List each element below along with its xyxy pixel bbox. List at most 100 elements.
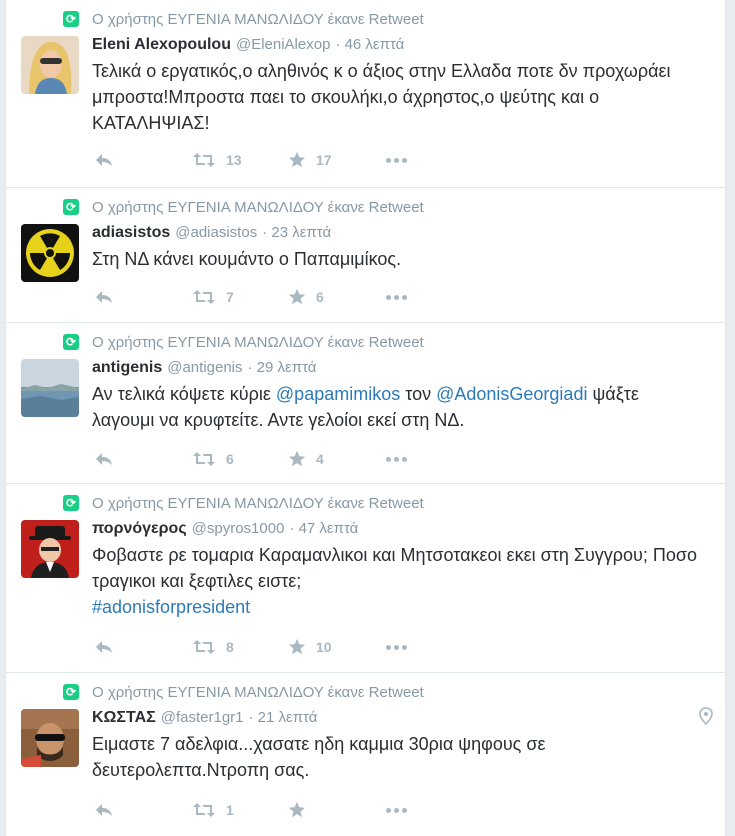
retweet-count: 6	[226, 451, 234, 467]
location-pin-icon[interactable]	[699, 707, 713, 730]
reply-icon	[96, 154, 112, 166]
more-dots-icon[interactable]	[386, 644, 407, 650]
retweet-count: 8	[226, 639, 234, 655]
avatar[interactable]	[21, 709, 79, 767]
retweet-icon	[193, 452, 215, 466]
user-handle[interactable]: @adiasistos	[175, 224, 257, 241]
retweet-badge-icon: ⟳	[63, 684, 79, 700]
star-icon	[288, 801, 306, 818]
tweet-item[interactable]: ⟳ Ο χρήστης ΕΥΓΕΝΙΑ ΜΑΝΩΛΙΔΟΥ έκανε Retw…	[6, 484, 725, 673]
retweet-badge-icon: ⟳	[63, 199, 79, 215]
retweet-context-text[interactable]: Ο χρήστης ΕΥΓΕΝΙΑ ΜΑΝΩΛΙΔΟΥ έκανε Retwee…	[92, 199, 424, 216]
tweet-text-part: τον	[400, 384, 437, 404]
reply-icon	[96, 291, 112, 303]
retweet-button[interactable]: 1	[192, 802, 288, 818]
tweet-text-part: Φοβαστε ρε τομαρια Καραμανλικοι και Μητσ…	[92, 545, 698, 591]
tweet-text: Φοβαστε ρε τομαρια Καραμανλικοι και Μητσ…	[92, 542, 702, 620]
retweet-context: ⟳ Ο χρήστης ΕΥΓΕΝΙΑ ΜΑΝΩΛΙΔΟΥ έκανε Retw…	[63, 198, 424, 216]
retweet-context-text[interactable]: Ο χρήστης ΕΥΓΕΝΙΑ ΜΑΝΩΛΙΔΟΥ έκανε Retwee…	[92, 334, 424, 351]
retweet-context-text[interactable]: Ο χρήστης ΕΥΓΕΝΙΑ ΜΑΝΩΛΙΔΟΥ έκανε Retwee…	[92, 11, 424, 28]
like-button[interactable]: 4	[288, 450, 386, 468]
tweet-item[interactable]: ⟳ Ο χρήστης ΕΥΓΕΝΙΑ ΜΑΝΩΛΙΔΟΥ έκανε Retw…	[6, 673, 725, 836]
retweet-button[interactable]: 6	[192, 451, 288, 467]
tweet-item[interactable]: ⟳ Ο χρήστης ΕΥΓΕΝΙΑ ΜΑΝΩΛΙΔΟΥ έκανε Retw…	[6, 0, 725, 188]
tweet-time[interactable]: · 23 λεπτά	[262, 224, 331, 241]
reply-button[interactable]	[94, 802, 192, 818]
avatar[interactable]	[21, 520, 79, 578]
user-name[interactable]: Eleni Alexopoulou	[92, 36, 231, 54]
retweet-context: ⟳ Ο χρήστης ΕΥΓΕΝΙΑ ΜΑΝΩΛΙΔΟΥ έκανε Retw…	[63, 10, 424, 28]
retweet-context: ⟳ Ο χρήστης ΕΥΓΕΝΙΑ ΜΑΝΩΛΙΔΟΥ έκανε Retw…	[63, 683, 424, 701]
more-dots-icon[interactable]	[386, 294, 407, 300]
retweet-count: 13	[226, 152, 242, 168]
more-dots-icon[interactable]	[386, 456, 407, 462]
mention-link[interactable]: @papamimikos	[276, 384, 400, 404]
tweet-time[interactable]: · 46 λεπτά	[335, 36, 404, 53]
retweet-icon	[193, 153, 215, 167]
retweet-button[interactable]: 8	[192, 639, 288, 655]
retweet-context-text[interactable]: Ο χρήστης ΕΥΓΕΝΙΑ ΜΑΝΩΛΙΔΟΥ έκανε Retwee…	[92, 495, 424, 512]
tweet-header: ΚΩΣΤΑΣ @faster1gr1 · 21 λεπτά	[92, 709, 317, 727]
retweet-badge-icon: ⟳	[63, 495, 79, 511]
retweet-context-text[interactable]: Ο χρήστης ΕΥΓΕΝΙΑ ΜΑΝΩΛΙΔΟΥ έκανε Retwee…	[92, 684, 424, 701]
tweet-item[interactable]: ⟳ Ο χρήστης ΕΥΓΕΝΙΑ ΜΑΝΩΛΙΔΟΥ έκανε Retw…	[6, 323, 725, 484]
tweet-header: antigenis @antigenis · 29 λεπτά	[92, 359, 316, 377]
like-count: 4	[316, 451, 324, 467]
user-handle[interactable]: @antigenis	[167, 359, 242, 376]
tweet-header: adiasistos @adiasistos · 23 λεπτά	[92, 224, 331, 242]
avatar[interactable]	[21, 36, 79, 94]
tweet-text: Τελικά ο εργατικός,ο αληθινός κ ο άξιος …	[92, 61, 671, 133]
more-dots-icon[interactable]	[386, 807, 407, 813]
reply-button[interactable]	[94, 289, 192, 305]
reply-icon	[96, 641, 112, 653]
tweet-actions: 7 6	[94, 288, 407, 306]
tweet-time[interactable]: · 21 λεπτά	[249, 709, 318, 726]
tweet-text-part: Αν τελικά κόψετε κύριε	[92, 384, 276, 404]
tweet-actions: 6 4	[94, 450, 407, 468]
retweet-icon	[193, 640, 215, 654]
reply-button[interactable]	[94, 152, 192, 168]
like-button[interactable]	[288, 801, 386, 819]
more-dots-icon[interactable]	[386, 157, 407, 163]
avatar[interactable]	[21, 359, 79, 417]
mention-link[interactable]: @AdonisGeorgiadi	[436, 384, 587, 404]
tweet-time[interactable]: · 47 λεπτά	[289, 520, 358, 537]
retweet-context: ⟳ Ο χρήστης ΕΥΓΕΝΙΑ ΜΑΝΩΛΙΔΟΥ έκανε Retw…	[63, 494, 424, 512]
user-name[interactable]: antigenis	[92, 359, 162, 377]
tweet-text: Ειμαστε 7 αδελφια...χασατε ηδη καμμια 30…	[92, 734, 546, 780]
user-handle[interactable]: @spyros1000	[192, 520, 285, 537]
avatar[interactable]	[21, 224, 79, 282]
star-icon	[288, 288, 306, 305]
retweet-badge-icon: ⟳	[63, 334, 79, 350]
tweet-item[interactable]: ⟳ Ο χρήστης ΕΥΓΕΝΙΑ ΜΑΝΩΛΙΔΟΥ έκανε Retw…	[6, 188, 725, 323]
tweet-actions: 8 10	[94, 638, 407, 656]
tweet-text: Στη ΝΔ κάνει κουμάντο ο Παπαμιμίκος.	[92, 249, 402, 269]
user-handle[interactable]: @EleniAlexop	[236, 36, 330, 53]
user-name[interactable]: ΚΩΣΤΑΣ	[92, 709, 156, 727]
like-count: 10	[316, 639, 332, 655]
tweet-header: πορνόγερος @spyros1000 · 47 λεπτά	[92, 520, 358, 538]
timeline: ⟳ Ο χρήστης ΕΥΓΕΝΙΑ ΜΑΝΩΛΙΔΟΥ έκανε Retw…	[5, 0, 726, 836]
retweet-context: ⟳ Ο χρήστης ΕΥΓΕΝΙΑ ΜΑΝΩΛΙΔΟΥ έκανε Retw…	[63, 333, 424, 351]
tweet-actions: 1	[94, 801, 407, 819]
like-count: 17	[316, 152, 332, 168]
like-button[interactable]: 6	[288, 288, 386, 306]
user-name[interactable]: adiasistos	[92, 224, 170, 242]
reply-button[interactable]	[94, 639, 192, 655]
retweet-button[interactable]: 7	[192, 289, 288, 305]
tweet-header: Eleni Alexopoulou @EleniAlexop · 46 λεπτ…	[92, 36, 404, 54]
hashtag-link[interactable]: #adonisforpresident	[92, 597, 250, 617]
like-button[interactable]: 17	[288, 151, 386, 169]
tweet-time[interactable]: · 29 λεπτά	[248, 359, 317, 376]
star-icon	[288, 151, 306, 168]
tweet-actions: 13 17	[94, 151, 407, 169]
user-handle[interactable]: @faster1gr1	[161, 709, 244, 726]
star-icon	[288, 638, 306, 655]
retweet-badge-icon: ⟳	[63, 11, 79, 27]
reply-icon	[96, 453, 112, 465]
user-name[interactable]: πορνόγερος	[92, 520, 187, 538]
retweet-icon	[193, 803, 215, 817]
like-button[interactable]: 10	[288, 638, 386, 656]
retweet-button[interactable]: 13	[192, 152, 288, 168]
reply-button[interactable]	[94, 451, 192, 467]
